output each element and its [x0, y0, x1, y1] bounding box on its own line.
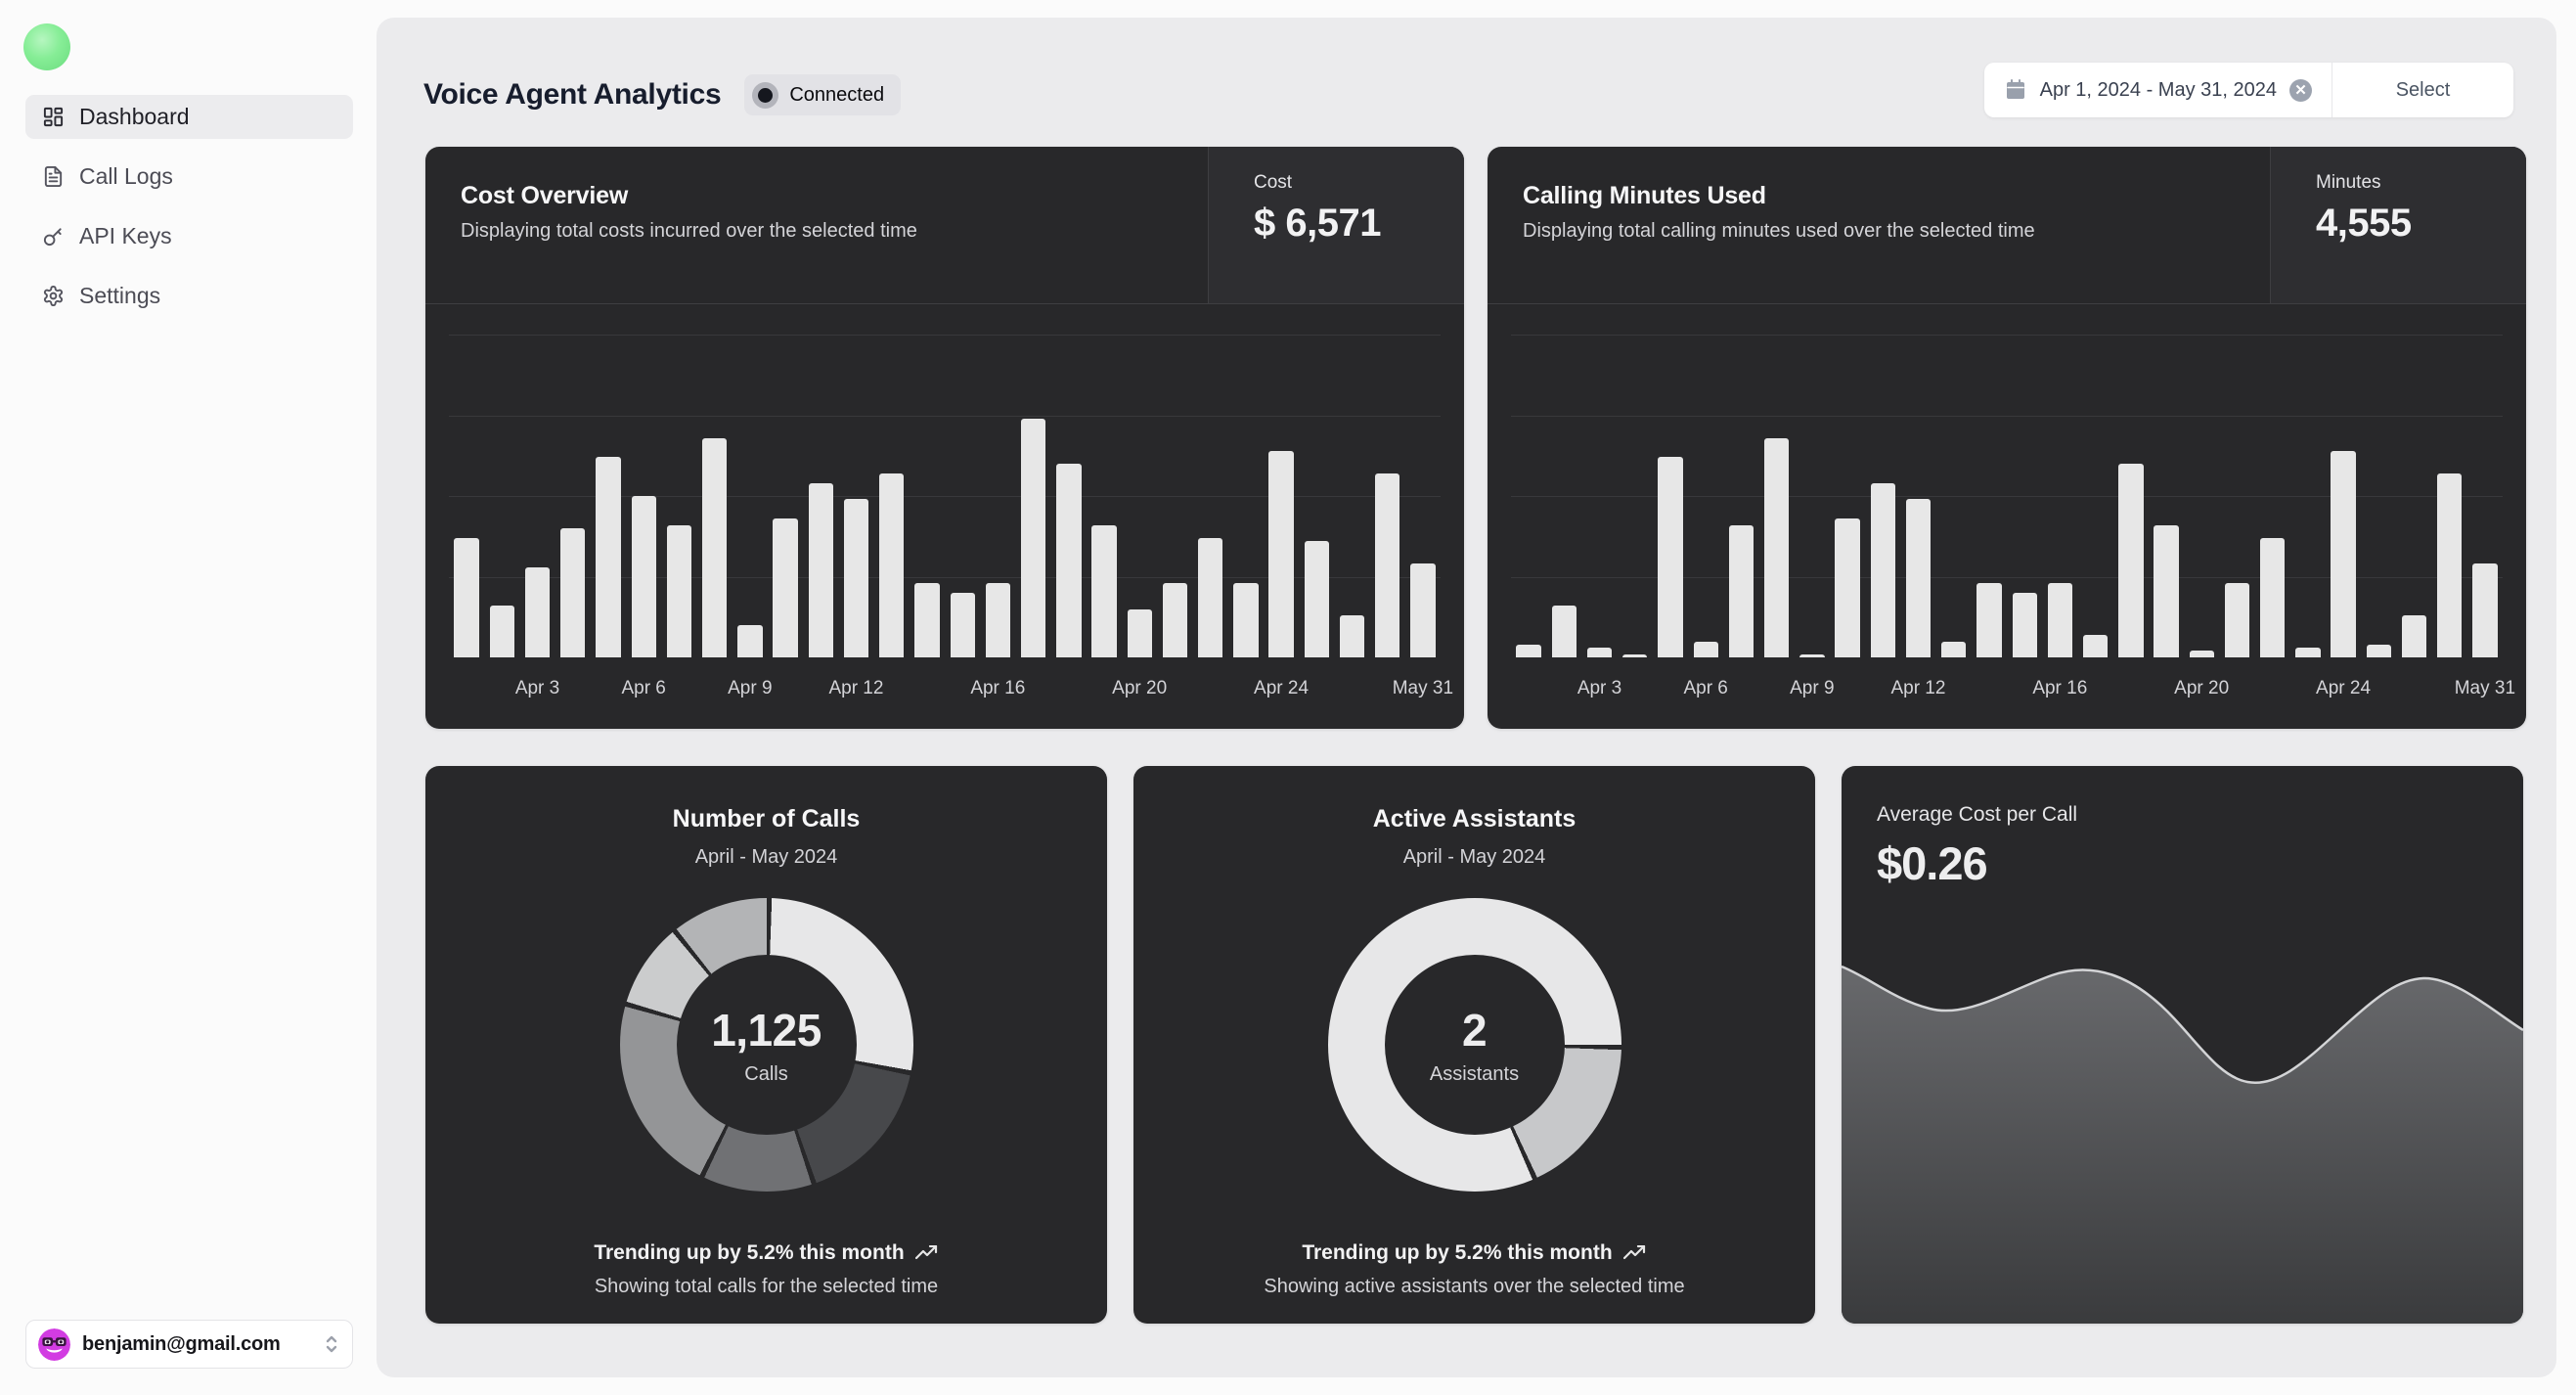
card-subtitle: April - May 2024 [1133, 846, 1815, 869]
average-cost-value: $0.26 [1877, 836, 2523, 890]
key-icon [42, 225, 65, 248]
card-title: Active Assistants [1133, 805, 1815, 833]
minutes-stat-box: Minutes 4,555 [2270, 147, 2526, 303]
cost-bar-chart [449, 335, 1441, 657]
avatar [38, 1328, 70, 1361]
stat-value: $ 6,571 [1254, 202, 1464, 246]
card-header: Cost Overview Displaying total costs inc… [425, 147, 1464, 304]
card-header: Calling Minutes Used Displaying total ca… [1488, 147, 2526, 304]
app-logo[interactable] [23, 23, 70, 70]
chart-bars [1511, 335, 2503, 657]
donut-center-value: 1,125 [711, 1004, 822, 1057]
user-account-chip[interactable]: benjamin@gmail.com [25, 1320, 353, 1369]
trend-text: Trending up by 5.2% this month [594, 1241, 904, 1265]
sidebar-item-label: API Keys [79, 223, 172, 249]
card-footer: Trending up by 5.2% this month Showing t… [425, 1241, 1107, 1298]
date-range-button[interactable]: Apr 1, 2024 - May 31, 2024 ✕ [1984, 63, 2332, 117]
trending-up-icon [915, 1245, 939, 1261]
donut-center: 2 Assistants [1385, 955, 1565, 1135]
sidebar-item-label: Settings [79, 283, 160, 309]
calendar-icon [2004, 78, 2027, 102]
sidebar-item-api-keys[interactable]: API Keys [25, 214, 353, 258]
stat-label: Minutes [2316, 172, 2526, 194]
sidebar-item-label: Call Logs [79, 163, 173, 190]
donut-center-value: 2 [1462, 1004, 1487, 1057]
assistants-donut-chart: 2 Assistants [1328, 898, 1621, 1192]
chevron-up-down-icon [323, 1333, 340, 1355]
dashboard-grid-icon [42, 106, 65, 128]
cost-area-chart [1842, 952, 2523, 1324]
chart-bars [449, 335, 1441, 657]
chart-x-axis-labels: Apr 3Apr 6Apr 9Apr 12Apr 16Apr 20Apr 24M… [1511, 678, 2503, 703]
user-email: benjamin@gmail.com [82, 1333, 281, 1356]
main-panel: Voice Agent Analytics Connected Apr 1, 2… [377, 18, 2556, 1377]
average-cost-card: Average Cost per Call $0.26 [1842, 766, 2523, 1324]
sidebar-nav: Dashboard Call Logs API Keys [25, 95, 353, 334]
trend-text: Trending up by 5.2% this month [1302, 1241, 1612, 1265]
card-title: Number of Calls [425, 805, 1107, 833]
minutes-bar-chart [1511, 335, 2503, 657]
card-note: Showing active assistants over the selec… [1133, 1276, 1815, 1298]
card-title: Average Cost per Call [1877, 803, 2523, 827]
sidebar: Dashboard Call Logs API Keys [0, 0, 377, 1395]
donut-center-label: Assistants [1430, 1063, 1519, 1086]
card-note: Showing total calls for the selected tim… [425, 1276, 1107, 1298]
chart-x-axis-labels: Apr 3Apr 6Apr 9Apr 12Apr 16Apr 20Apr 24M… [449, 678, 1441, 703]
cost-overview-card: Cost Overview Displaying total costs inc… [425, 147, 1464, 729]
donut-center-label: Calls [744, 1063, 787, 1086]
status-label: Connected [789, 84, 884, 107]
page-title: Voice Agent Analytics [423, 78, 721, 112]
donut-center: 1,125 Calls [677, 955, 857, 1135]
calls-donut-chart: 1,125 Calls [620, 898, 913, 1192]
trending-up-icon [1623, 1245, 1647, 1261]
stat-label: Cost [1254, 172, 1464, 194]
connection-status-badge[interactable]: Connected [744, 74, 901, 115]
card-footer: Trending up by 5.2% this month Showing a… [1133, 1241, 1815, 1298]
sidebar-item-label: Dashboard [79, 104, 190, 130]
cost-stat-box: Cost $ 6,571 [1208, 147, 1464, 303]
sidebar-item-call-logs[interactable]: Call Logs [25, 155, 353, 199]
file-text-icon [42, 165, 65, 188]
active-assistants-card: Active Assistants April - May 2024 2 Ass… [1133, 766, 1815, 1324]
status-dot-icon [752, 82, 778, 109]
gear-icon [42, 285, 65, 307]
card-subtitle: April - May 2024 [425, 846, 1107, 869]
clear-date-button[interactable]: ✕ [2289, 79, 2312, 102]
app: Dashboard Call Logs API Keys [0, 0, 2576, 1395]
date-range-text: Apr 1, 2024 - May 31, 2024 [2040, 79, 2277, 102]
panel-header: Voice Agent Analytics Connected [423, 74, 901, 115]
select-date-button[interactable]: Select [2332, 63, 2513, 117]
number-of-calls-card: Number of Calls April - May 2024 1,125 C… [425, 766, 1107, 1324]
stat-value: 4,555 [2316, 202, 2526, 246]
sidebar-item-settings[interactable]: Settings [25, 274, 353, 318]
calling-minutes-card: Calling Minutes Used Displaying total ca… [1488, 147, 2526, 729]
date-range-picker: Apr 1, 2024 - May 31, 2024 ✕ Select [1984, 63, 2513, 117]
sidebar-item-dashboard[interactable]: Dashboard [25, 95, 353, 139]
